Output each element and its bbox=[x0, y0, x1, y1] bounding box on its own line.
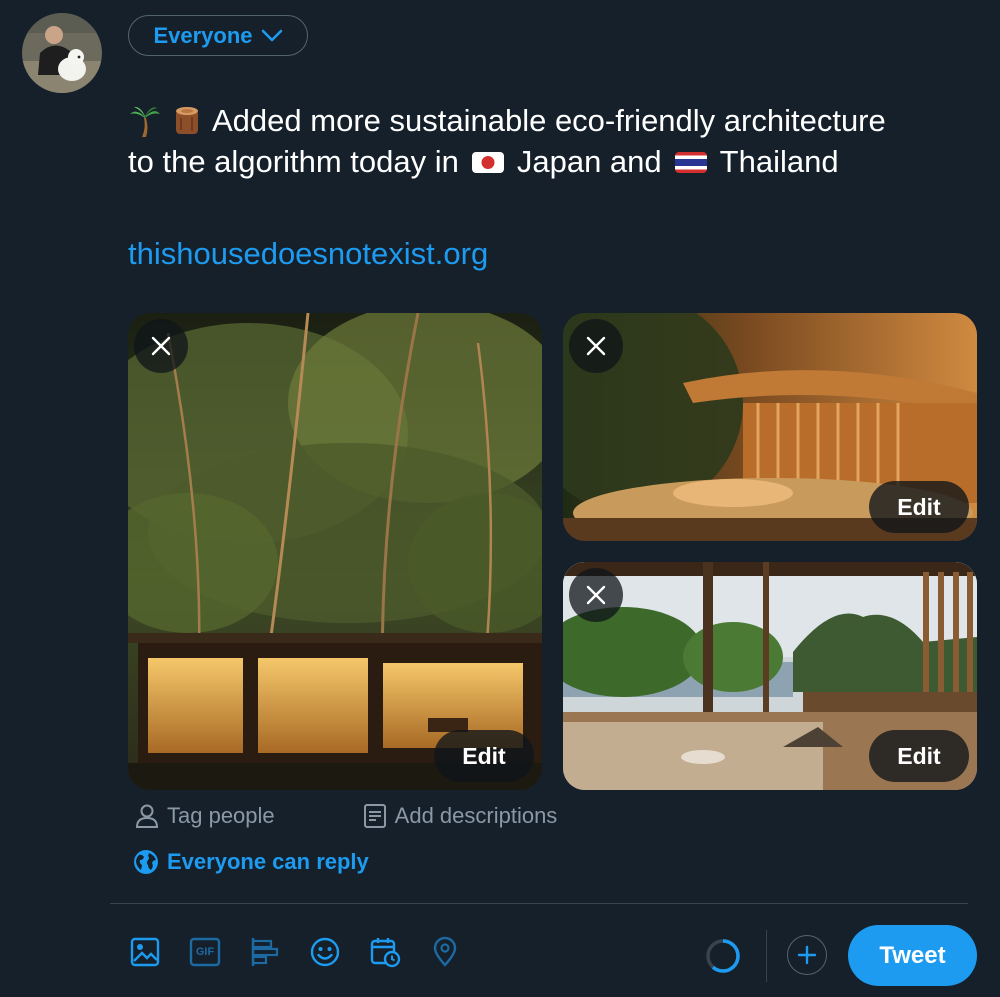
tweet-text-line-2-c: Thailand bbox=[719, 144, 839, 179]
tweet-text-area[interactable]: Added more sustainable eco-friendly arch… bbox=[128, 100, 988, 182]
add-thread-button[interactable] bbox=[787, 935, 827, 975]
schedule-icon bbox=[370, 938, 401, 968]
toolbar-separator bbox=[766, 930, 767, 982]
edit-media-1-button[interactable]: Edit bbox=[434, 730, 534, 782]
close-icon bbox=[586, 585, 606, 605]
reply-setting-label: Everyone can reply bbox=[167, 849, 369, 874]
poll-icon bbox=[251, 938, 279, 966]
japan-flag-icon bbox=[471, 145, 505, 179]
wood-log-icon bbox=[170, 104, 204, 138]
media-image-1[interactable]: Edit bbox=[128, 313, 542, 790]
location-icon bbox=[433, 936, 457, 967]
image-icon bbox=[130, 937, 160, 967]
gif-label: GIF bbox=[195, 946, 215, 958]
chevron-down-icon bbox=[261, 23, 283, 49]
image-button[interactable] bbox=[128, 935, 162, 969]
tweet-text-line-1-text: Added more sustainable eco-friendly arch… bbox=[212, 103, 886, 138]
media-image-1-picture bbox=[128, 313, 542, 790]
edit-media-2-button[interactable]: Edit bbox=[869, 481, 969, 533]
tag-people-label: Tag people bbox=[167, 803, 275, 828]
composer-toolbar: GIF bbox=[128, 935, 462, 969]
thailand-flag-icon bbox=[674, 145, 708, 179]
add-descriptions-button[interactable]: Add descriptions bbox=[363, 803, 558, 829]
remove-media-3-button[interactable] bbox=[569, 568, 623, 622]
audience-label: Everyone bbox=[153, 22, 253, 48]
tweet-text-line-2-b: Japan and bbox=[516, 144, 662, 179]
remove-media-2-button[interactable] bbox=[569, 319, 623, 373]
person-icon bbox=[135, 804, 159, 828]
add-descriptions-label: Add descriptions bbox=[394, 803, 558, 828]
character-count-ring bbox=[706, 939, 740, 973]
globe-icon bbox=[134, 850, 158, 874]
close-icon bbox=[586, 336, 606, 356]
audience-selector[interactable]: Everyone bbox=[128, 15, 308, 56]
media-image-2[interactable]: Edit bbox=[563, 313, 977, 541]
location-button[interactable] bbox=[428, 935, 462, 969]
avatar[interactable] bbox=[22, 13, 102, 93]
emoji-icon bbox=[310, 937, 340, 967]
poll-button[interactable] bbox=[248, 935, 282, 969]
schedule-button[interactable] bbox=[368, 935, 402, 969]
tweet-text-line-2-a: to the algorithm today in bbox=[128, 144, 459, 179]
reply-setting-button[interactable]: Everyone can reply bbox=[133, 849, 369, 875]
palm-tree-icon bbox=[128, 104, 162, 138]
tweet-link[interactable]: thishousedoesnotexist.org bbox=[128, 236, 488, 272]
emoji-button[interactable] bbox=[308, 935, 342, 969]
document-icon bbox=[363, 804, 386, 828]
divider bbox=[110, 903, 968, 904]
remove-media-1-button[interactable] bbox=[134, 319, 188, 373]
tweet-button[interactable]: Tweet bbox=[848, 925, 977, 986]
gif-button[interactable]: GIF bbox=[188, 935, 222, 969]
media-actions: Tag people Add descriptions bbox=[135, 803, 557, 829]
tweet-text-line-1: Added more sustainable eco-friendly arch… bbox=[128, 100, 988, 141]
edit-media-3-button[interactable]: Edit bbox=[869, 730, 969, 782]
tweet-text-line-2: to the algorithm today in Japan and Thai… bbox=[128, 141, 988, 182]
media-image-3[interactable]: Edit bbox=[563, 562, 977, 790]
tag-people-button[interactable]: Tag people bbox=[135, 803, 275, 829]
plus-icon bbox=[797, 945, 817, 965]
close-icon bbox=[151, 336, 171, 356]
